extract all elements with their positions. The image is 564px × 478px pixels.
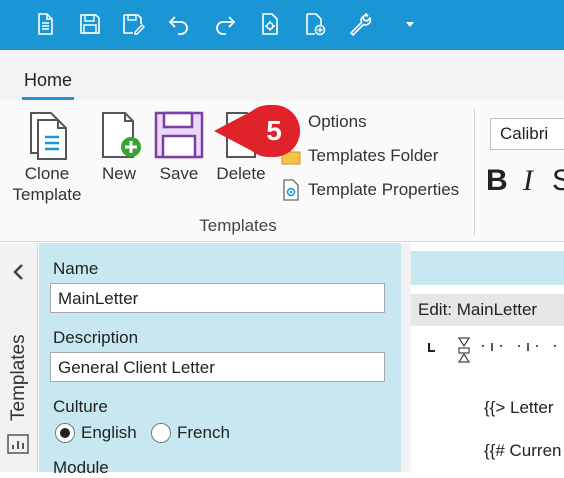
tab-home-label: Home: [23, 69, 72, 90]
description-input[interactable]: General Client Letter: [50, 352, 385, 382]
save-icon: [153, 105, 205, 161]
templates-side-tab-label: Templates: [8, 334, 29, 421]
clone-template-icon: [21, 105, 73, 161]
bold-button[interactable]: B: [486, 164, 508, 198]
save-edit-icon[interactable]: [118, 9, 148, 39]
template-properties-panel: Name MainLetter Description General Clie…: [39, 243, 401, 477]
tab-home[interactable]: Home: [10, 58, 86, 100]
editor-line[interactable]: {{> Letter: [484, 398, 553, 418]
new-label: New: [101, 164, 136, 183]
templates-group-label: Templates: [199, 216, 277, 235]
options-label: Options: [308, 112, 367, 131]
radio-unselected-icon: [151, 423, 171, 443]
editor-top-bar: [411, 251, 564, 285]
new-document-icon[interactable]: [30, 9, 60, 39]
template-settings-icon[interactable]: [255, 9, 285, 39]
culture-label: Culture: [53, 397, 108, 416]
editor-ruler[interactable]: [427, 335, 564, 365]
dropdown-arrow-icon[interactable]: [395, 9, 425, 39]
templates-folder-label: Templates Folder: [308, 146, 439, 165]
template-properties-icon: [280, 179, 302, 201]
new-button[interactable]: New: [92, 105, 146, 184]
save-icon[interactable]: [75, 9, 105, 39]
template-properties-label: Template Properties: [308, 180, 460, 199]
culture-radio-french[interactable]: French: [151, 423, 230, 443]
ribbon-tab-strip: Home: [0, 50, 564, 100]
clone-template-button[interactable]: Clone Template: [6, 105, 88, 205]
name-input[interactable]: MainLetter: [50, 283, 385, 313]
step-callout: 5: [212, 103, 304, 167]
save-button[interactable]: Save: [152, 105, 206, 184]
description-label: Description: [53, 328, 139, 347]
chart-icon: [7, 434, 29, 454]
editor-header: Edit: MainLetter: [411, 294, 564, 326]
module-label: Module: [53, 458, 109, 477]
editor-line[interactable]: {{# Curren: [484, 441, 562, 461]
wrench-icon[interactable]: [345, 9, 375, 39]
radio-selected-icon: [55, 423, 75, 443]
culture-option-label: English: [81, 423, 137, 442]
undo-icon[interactable]: [164, 9, 194, 39]
culture-radio-english[interactable]: English: [55, 423, 137, 443]
redo-icon[interactable]: [210, 9, 240, 39]
new-template-icon: [93, 105, 145, 161]
clone-template-label: Clone Template: [12, 164, 82, 204]
template-properties-button[interactable]: Template Properties: [280, 179, 459, 201]
italic-button[interactable]: I: [523, 164, 533, 198]
culture-option-label: French: [177, 423, 230, 442]
font-family-select[interactable]: Calibri: [490, 118, 564, 150]
new-template-icon[interactable]: [300, 9, 330, 39]
ribbon-group-separator: [474, 108, 475, 236]
panel-splitter[interactable]: [401, 243, 411, 472]
templates-side-tab[interactable]: Templates: [0, 243, 38, 472]
step-callout-number: 5: [266, 115, 282, 146]
quick-access-toolbar: [0, 0, 564, 50]
chevron-left-icon[interactable]: [8, 261, 30, 283]
template-editor: Edit: MainLetter {{> Letter {{# Curren: [411, 243, 564, 472]
save-label: Save: [159, 164, 199, 183]
strikethrough-button[interactable]: S: [552, 164, 564, 198]
name-label: Name: [53, 259, 99, 278]
